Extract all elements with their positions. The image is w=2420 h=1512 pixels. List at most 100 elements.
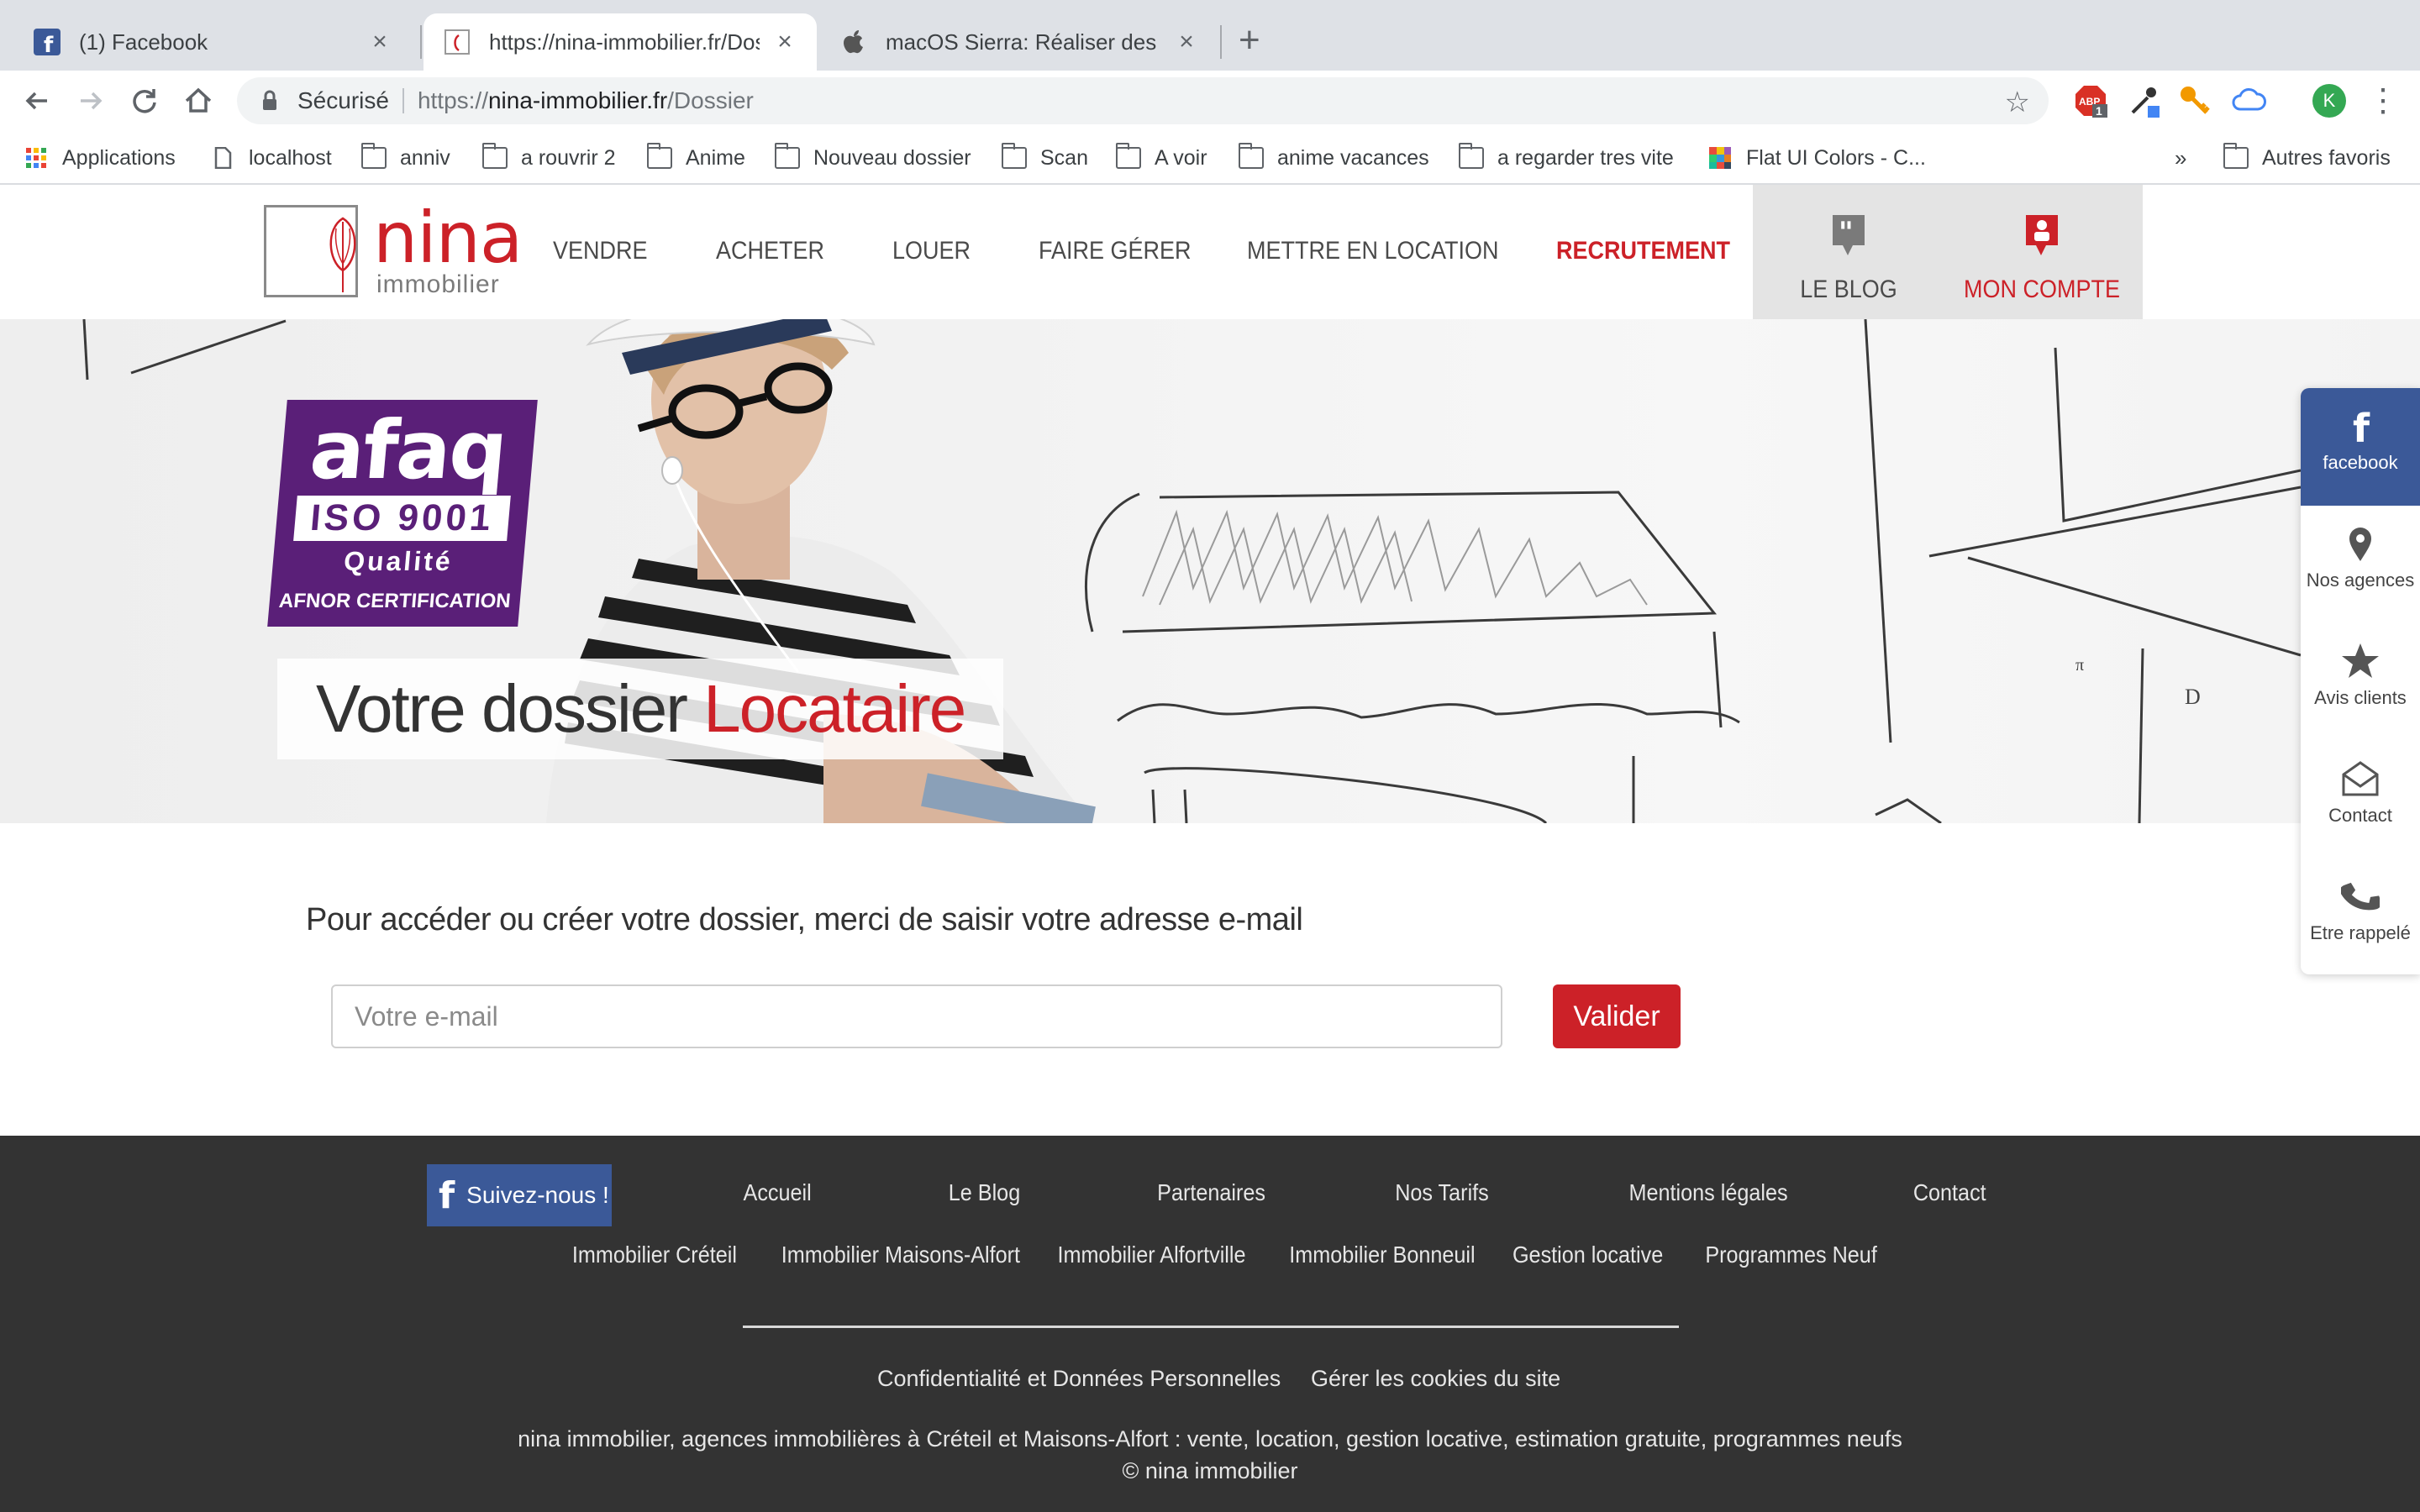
facebook-icon: f bbox=[34, 29, 60, 55]
bookmark-label: a rouvrir 2 bbox=[521, 145, 616, 170]
browser-toolbar: Sécurisé https:// nina-immobilier.fr /Do… bbox=[0, 71, 2420, 131]
footer-divider bbox=[743, 1326, 1679, 1328]
footer-link-contact[interactable]: Contact bbox=[1913, 1179, 1986, 1206]
footer-link-blog[interactable]: Le Blog bbox=[949, 1179, 1020, 1206]
back-button[interactable] bbox=[18, 82, 55, 119]
url-scheme: https:// bbox=[417, 87, 488, 113]
side-nos-agences[interactable]: Nos agences bbox=[2301, 506, 2420, 623]
nav-vendre[interactable]: VENDRE bbox=[553, 237, 648, 265]
bookmark-anniv[interactable]: anniv bbox=[361, 143, 450, 173]
svg-text:π: π bbox=[2075, 656, 2084, 675]
nav-faire-gerer[interactable]: FAIRE GÉRER bbox=[1039, 237, 1192, 265]
address-bar[interactable]: Sécurisé https:// nina-immobilier.fr /Do… bbox=[237, 77, 2049, 124]
menu-kebab-icon[interactable]: ⋮ bbox=[2365, 82, 2402, 119]
bookmark-applications[interactable]: Applications bbox=[24, 143, 176, 173]
reload-icon bbox=[133, 89, 156, 113]
side-contact[interactable]: Contact bbox=[2301, 741, 2420, 858]
tab-facebook[interactable]: f (1) Facebook × bbox=[13, 13, 412, 71]
profile-avatar[interactable]: K bbox=[2311, 82, 2348, 119]
footer-link-mentions[interactable]: Mentions légales bbox=[1629, 1179, 1788, 1206]
header-account-box: " LE BLOG MON COMPTE bbox=[1753, 185, 2143, 319]
bookmark-localhost[interactable]: localhost bbox=[210, 143, 332, 173]
bookmark-a-voir[interactable]: A voir bbox=[1116, 143, 1207, 173]
footer-link-programmes-neuf[interactable]: Programmes Neuf bbox=[1705, 1242, 1876, 1268]
footer-link-partenaires[interactable]: Partenaires bbox=[1157, 1179, 1265, 1206]
adblock-badge: 1 bbox=[2096, 104, 2102, 118]
tab-separator bbox=[1220, 25, 1222, 59]
blog-link[interactable]: " LE BLOG bbox=[1790, 213, 1907, 304]
reload-button[interactable] bbox=[126, 82, 163, 119]
adblock-icon: ABP bbox=[2075, 86, 2107, 118]
close-tab-icon[interactable]: × bbox=[1175, 28, 1198, 56]
footer-link-tarifs[interactable]: Nos Tarifs bbox=[1395, 1179, 1489, 1206]
tab-macos-sierra[interactable]: macOS Sierra: Réaliser des captures × bbox=[820, 13, 1218, 71]
footer-link-maisons-alfort[interactable]: Immobilier Maisons-Alfort bbox=[781, 1242, 1020, 1268]
tab-separator bbox=[420, 25, 422, 59]
nav-louer[interactable]: LOUER bbox=[892, 237, 971, 265]
side-avis-clients[interactable]: Avis clients bbox=[2301, 623, 2420, 741]
bookmark-anime-vacances[interactable]: anime vacances bbox=[1239, 143, 1429, 173]
bookmark-a-regarder-tres-vite[interactable]: a regarder tres vite bbox=[1459, 143, 1674, 173]
arrow-right-icon bbox=[81, 92, 103, 110]
page-icon bbox=[214, 147, 232, 169]
follow-facebook-button[interactable]: f Suivez-nous ! bbox=[427, 1164, 612, 1226]
bookmark-star-icon[interactable]: ☆ bbox=[2005, 86, 2030, 119]
title-prefix: Votre dossier bbox=[316, 671, 704, 746]
forward-button[interactable] bbox=[72, 82, 109, 119]
afaq-iso-badge: afaq ISO 9001 Qualité AFNOR CERTIFICATIO… bbox=[267, 400, 538, 627]
bookmark-label: Flat UI Colors - C... bbox=[1746, 145, 1926, 170]
close-tab-icon[interactable]: × bbox=[368, 28, 392, 56]
key-icon bbox=[2181, 87, 2210, 114]
bookmark-other-favorites[interactable]: Autres favoris bbox=[2223, 143, 2391, 173]
submit-button[interactable]: Valider bbox=[1553, 984, 1681, 1048]
bookmark-label: Autres favoris bbox=[2262, 145, 2391, 170]
nina-logo[interactable]: nina immobilier bbox=[262, 197, 523, 301]
footer-link-bonneuil[interactable]: Immobilier Bonneuil bbox=[1289, 1242, 1475, 1268]
bookmark-a-rouvrir-2[interactable]: a rouvrir 2 bbox=[482, 143, 616, 173]
tab-title: macOS Sierra: Réaliser des captures bbox=[886, 29, 1161, 55]
nav-recrutement[interactable]: RECRUTEMENT bbox=[1556, 237, 1730, 265]
account-link[interactable]: MON COMPTE bbox=[1951, 213, 2133, 304]
bookmark-label: Scan bbox=[1040, 145, 1088, 170]
bookmark-nouveau-dossier[interactable]: Nouveau dossier bbox=[775, 143, 971, 173]
eyedropper-icon bbox=[2131, 87, 2160, 118]
colorpicker-extension[interactable] bbox=[2126, 82, 2163, 119]
side-etre-rappele[interactable]: Etre rappelé bbox=[2301, 858, 2420, 974]
key-extension[interactable] bbox=[2176, 82, 2213, 119]
floating-side-panel: f facebook Nos agences Avis clients Cont… bbox=[2301, 388, 2420, 974]
account-user-icon bbox=[2026, 215, 2058, 255]
footer-link-privacy[interactable]: Confidentialité et Données Personnelles bbox=[877, 1366, 1281, 1392]
footer-link-alfortville[interactable]: Immobilier Alfortville bbox=[1057, 1242, 1245, 1268]
bookmark-flat-ui-colors[interactable]: Flat UI Colors - C... bbox=[1707, 143, 1926, 173]
bookmark-scan[interactable]: Scan bbox=[1002, 143, 1088, 173]
cloud-extension[interactable] bbox=[2230, 82, 2267, 119]
side-label: facebook bbox=[2323, 452, 2398, 473]
tab-title: (1) Facebook bbox=[79, 29, 208, 55]
nav-mettre-en-location[interactable]: METTRE EN LOCATION bbox=[1247, 237, 1499, 265]
adblock-extension[interactable]: ABP 1 bbox=[2072, 82, 2109, 119]
email-field[interactable] bbox=[331, 984, 1502, 1048]
footer-link-accueil[interactable]: Accueil bbox=[744, 1179, 812, 1206]
bookmark-anime[interactable]: Anime bbox=[647, 143, 745, 173]
nav-acheter[interactable]: ACHETER bbox=[716, 237, 824, 265]
footer-link-cookies[interactable]: Gérer les cookies du site bbox=[1311, 1366, 1560, 1392]
arrow-left-icon bbox=[25, 92, 47, 110]
close-tab-icon[interactable]: × bbox=[773, 28, 797, 56]
footer-link-gestion-locative[interactable]: Gestion locative bbox=[1512, 1242, 1663, 1268]
account-label: MON COMPTE bbox=[1963, 276, 2120, 303]
new-tab-button[interactable]: + bbox=[1239, 22, 1260, 59]
tab-nina-dossier[interactable]: https://nina-immobilier.fr/Dossier × bbox=[424, 13, 817, 71]
blog-label: LE BLOG bbox=[1800, 276, 1897, 303]
bookmarks-overflow-button[interactable]: » bbox=[2175, 143, 2186, 173]
footer-link-creteil[interactable]: Immobilier Créteil bbox=[572, 1242, 737, 1268]
badge-iso: ISO 9001 bbox=[293, 496, 511, 541]
home-button[interactable] bbox=[180, 82, 217, 119]
envelope-icon bbox=[2342, 761, 2379, 796]
site-header: nina immobilier VENDRE ACHETER LOUER FAI… bbox=[0, 185, 2420, 319]
side-label: Etre rappelé bbox=[2310, 922, 2411, 943]
folder-icon bbox=[1239, 143, 1264, 169]
home-icon bbox=[185, 87, 212, 113]
side-label: Avis clients bbox=[2314, 687, 2407, 708]
side-facebook[interactable]: f facebook bbox=[2301, 388, 2420, 506]
folder-icon bbox=[647, 143, 672, 169]
